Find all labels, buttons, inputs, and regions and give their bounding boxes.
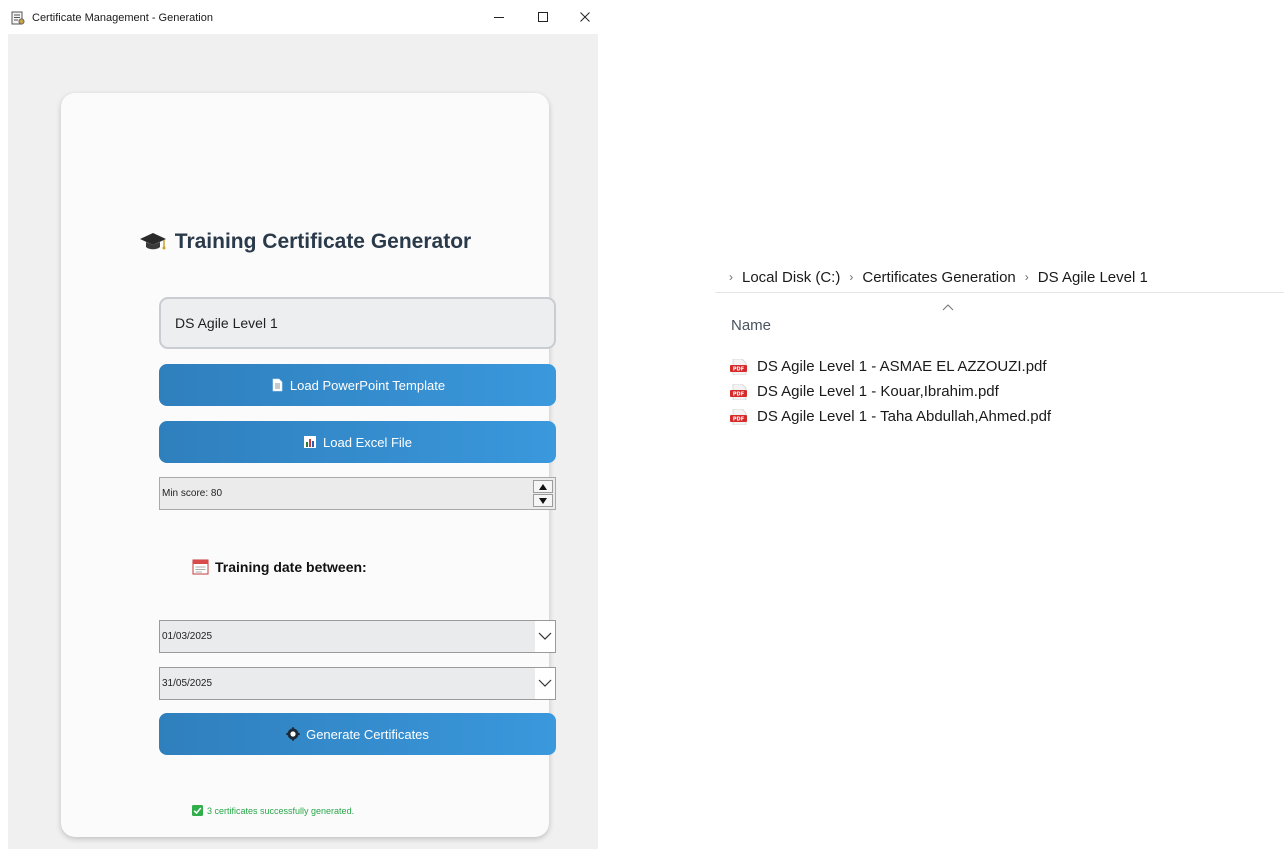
chevron-right-icon[interactable]: › (849, 270, 853, 284)
minimize-button[interactable] (484, 4, 514, 30)
app-window: Certificate Management - Generation Trai… (0, 0, 598, 849)
title-bar[interactable]: Certificate Management - Generation (0, 0, 598, 34)
spin-up-button[interactable] (533, 480, 553, 493)
maximize-button[interactable] (528, 4, 558, 30)
status-text: 3 certificates successfully generated. (207, 805, 355, 816)
window-client-area: Training Certificate Generator DS Agile … (8, 34, 598, 849)
pdf-icon: PDF (730, 408, 747, 425)
date-from-arrow[interactable] (535, 621, 555, 652)
breadcrumb-certificates-generation[interactable]: Certificates Generation (862, 269, 1015, 286)
svg-text:PDF: PDF (733, 366, 744, 372)
file-item[interactable]: PDF DS Agile Level 1 - Kouar,Ibrahim.pdf (730, 379, 1051, 404)
document-icon (272, 378, 283, 392)
file-item[interactable]: PDF DS Agile Level 1 - Taha Abdullah,Ahm… (730, 404, 1051, 429)
triangle-up-icon (539, 483, 547, 490)
load-template-label: Load PowerPoint Template (289, 377, 446, 393)
app-icon (11, 11, 25, 25)
pdf-icon: PDF (730, 358, 747, 375)
status-message: 3 certificates successfully generated. (192, 805, 354, 816)
sort-ascending-icon (942, 304, 954, 311)
chevron-down-icon (538, 632, 552, 640)
page-title: Training Certificate Generator (61, 230, 549, 254)
breadcrumb-ds-agile-level-1[interactable]: DS Agile Level 1 (1038, 269, 1148, 286)
date-from-value: 01/03/2025 (162, 631, 213, 642)
file-name: DS Agile Level 1 - Taha Abdullah,Ahmed.p… (757, 408, 1052, 425)
svg-text:PDF: PDF (733, 416, 744, 422)
load-excel-file-button[interactable]: Load Excel File (159, 421, 556, 463)
column-header-name[interactable]: Name (731, 317, 771, 334)
generate-certificates-button[interactable]: Generate Certificates (159, 713, 556, 755)
file-list: PDF DS Agile Level 1 - ASMAE EL AZZOUZI.… (730, 354, 1051, 429)
check-icon (192, 805, 203, 816)
load-powerpoint-template-button[interactable]: Load PowerPoint Template (159, 364, 556, 406)
pdf-icon: PDF (730, 383, 747, 400)
date-to-value: 31/05/2025 (162, 678, 213, 689)
window-title: Certificate Management - Generation (32, 12, 213, 24)
date-range-label: Training date between: (192, 558, 367, 575)
chevron-right-icon[interactable]: › (729, 270, 733, 284)
min-score-value: Min score: 80 (162, 488, 223, 499)
date-range-text: Training date between: (215, 558, 367, 575)
spin-down-button[interactable] (533, 494, 553, 507)
file-name: DS Agile Level 1 - ASMAE EL AZZOUZI.pdf (757, 358, 1047, 375)
close-button[interactable] (570, 4, 600, 30)
breadcrumb: › Local Disk (C:) › Certificates Generat… (715, 262, 1284, 293)
graduation-cap-icon (139, 233, 166, 250)
bar-chart-icon (304, 436, 317, 448)
course-name-input[interactable]: DS Agile Level 1 (159, 297, 556, 349)
gear-icon (286, 727, 300, 741)
spin-arrows (533, 480, 553, 507)
minimize-icon (494, 17, 504, 18)
chevron-right-icon[interactable]: › (1025, 270, 1029, 284)
generator-card: Training Certificate Generator DS Agile … (61, 93, 556, 837)
heading-text: Training Certificate Generator (174, 230, 472, 253)
date-to-arrow[interactable] (535, 668, 555, 699)
breadcrumb-local-disk[interactable]: Local Disk (C:) (742, 269, 840, 286)
date-from-dropdown[interactable]: 01/03/2025 (159, 620, 556, 653)
svg-text:PDF: PDF (733, 391, 744, 397)
maximize-icon (538, 12, 548, 22)
triangle-down-icon (539, 497, 547, 504)
generate-label: Generate Certificates (306, 726, 429, 742)
chevron-down-icon (538, 679, 552, 687)
min-score-spinbox[interactable]: Min score: 80 (159, 477, 556, 510)
date-to-dropdown[interactable]: 31/05/2025 (159, 667, 556, 700)
close-icon (580, 12, 590, 22)
file-explorer-panel: › Local Disk (C:) › Certificates Generat… (715, 262, 1284, 522)
calendar-icon (192, 559, 209, 575)
load-excel-label: Load Excel File (323, 434, 412, 450)
file-item[interactable]: PDF DS Agile Level 1 - ASMAE EL AZZOUZI.… (730, 354, 1051, 379)
file-name: DS Agile Level 1 - Kouar,Ibrahim.pdf (757, 383, 999, 400)
course-name-value: DS Agile Level 1 (175, 315, 278, 331)
